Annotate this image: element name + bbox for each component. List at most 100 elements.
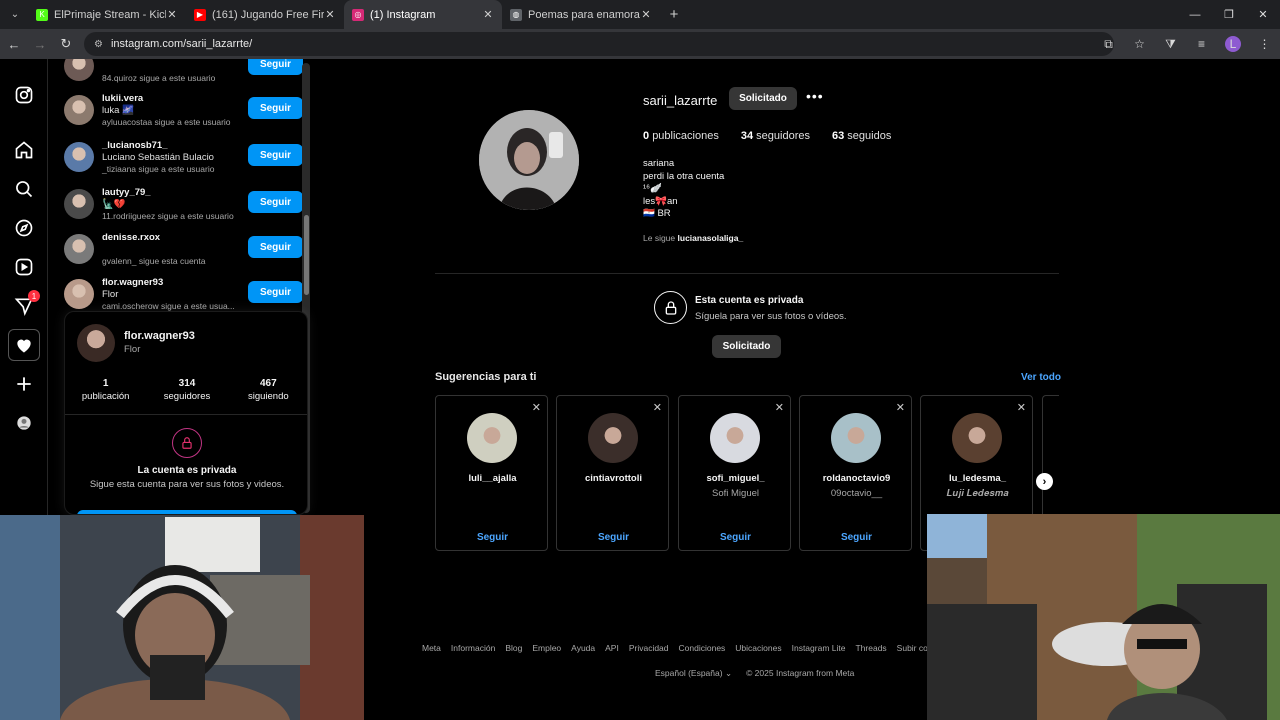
- minimize-icon[interactable]: —: [1178, 0, 1212, 29]
- avatar[interactable]: [64, 59, 94, 81]
- notification-username[interactable]: denisse.rxox: [102, 232, 160, 243]
- bookmark-star-icon[interactable]: ☆: [1124, 37, 1155, 51]
- tab-search-button[interactable]: ⌄: [2, 4, 28, 26]
- avatar[interactable]: [467, 413, 517, 463]
- follow-button[interactable]: Seguir: [248, 281, 303, 303]
- notification-username[interactable]: tiziana_???: [102, 59, 154, 60]
- search-icon[interactable]: [12, 177, 36, 201]
- back-icon[interactable]: ←: [2, 32, 26, 56]
- extensions-icon[interactable]: ⧩: [1155, 37, 1186, 52]
- notification-row[interactable]: lautyy_79_ 🗽💔 11.rodriigueez sigue a este …: [64, 185, 304, 229]
- close-window-icon[interactable]: ✕: [1246, 0, 1280, 29]
- footer-link[interactable]: Información: [451, 643, 495, 653]
- explore-compass-icon[interactable]: [12, 216, 36, 240]
- suggestion-username[interactable]: luli__ajalla: [436, 473, 549, 484]
- suggestion-username[interactable]: sofi_miguel_: [679, 473, 792, 484]
- footer-link[interactable]: Privacidad: [629, 643, 669, 653]
- dismiss-icon[interactable]: ✕: [653, 401, 662, 414]
- dismiss-icon[interactable]: ✕: [775, 401, 784, 414]
- home-icon[interactable]: [12, 138, 36, 162]
- suggestion-card[interactable]: ✕ roldanoctavio9 09octavio__ Seguir: [799, 395, 912, 551]
- hovercard-username[interactable]: flor.wagner93: [124, 330, 195, 342]
- follow-button[interactable]: Seguir: [248, 59, 303, 75]
- follow-button[interactable]: Seguir: [248, 236, 303, 258]
- suggestion-username[interactable]: cintiavrottoli: [557, 473, 670, 484]
- dismiss-icon[interactable]: ✕: [896, 401, 905, 414]
- more-options-icon[interactable]: •••: [806, 88, 824, 104]
- requested-button-center[interactable]: Solicitado: [712, 335, 781, 358]
- tab-close-icon[interactable]: ✕: [640, 8, 652, 21]
- footer-link[interactable]: Empleo: [532, 643, 561, 653]
- followers-stat[interactable]: 34 seguidores: [741, 130, 810, 142]
- suggestion-card[interactable]: ✕ cintiavrottoli Seguir: [556, 395, 669, 551]
- profile-avatar-icon[interactable]: [12, 411, 36, 435]
- footer-link[interactable]: Threads: [855, 643, 886, 653]
- notification-username[interactable]: lautyy_79_: [102, 187, 151, 198]
- language-select[interactable]: Español (España) ⌄: [655, 668, 732, 679]
- notification-username[interactable]: _lucianosb71_: [102, 140, 167, 151]
- footer-link[interactable]: Condiciones: [679, 643, 726, 653]
- profile-avatar[interactable]: L: [1225, 36, 1241, 52]
- new-tab-button[interactable]: +: [660, 6, 688, 23]
- notifications-heart-icon[interactable]: [8, 329, 40, 361]
- footer-link[interactable]: Meta: [422, 643, 441, 653]
- install-app-icon[interactable]: ⧉: [1093, 37, 1124, 52]
- follow-button[interactable]: Seguir: [800, 532, 913, 543]
- footer-link[interactable]: Ayuda: [571, 643, 595, 653]
- footer-link[interactable]: Blog: [505, 643, 522, 653]
- browser-tab[interactable]: ◍ Poemas para enamorar ✕: [502, 0, 660, 29]
- notification-row[interactable]: tiziana_??? 84.quiroz sigue a este usuari…: [64, 59, 304, 91]
- following-stat[interactable]: 63 seguidos: [832, 130, 891, 142]
- dismiss-icon[interactable]: ✕: [532, 401, 541, 414]
- hovercard-avatar[interactable]: [77, 324, 115, 362]
- follow-button[interactable]: Seguir: [248, 97, 303, 119]
- requested-button[interactable]: Solicitado: [729, 87, 797, 110]
- suggestion-card[interactable]: ✕ luli__ajalla Seguir: [435, 395, 548, 551]
- follow-button[interactable]: Seguir: [248, 144, 303, 166]
- follow-button[interactable]: Seguir: [436, 532, 549, 543]
- url-field[interactable]: ⚙ instagram.com/sarii_lazarrte/: [84, 32, 1114, 56]
- notification-row[interactable]: denisse.rxox gvalenn_ sigue esta cuenta Se…: [64, 230, 304, 274]
- see-all-link[interactable]: Ver todo: [1021, 372, 1061, 383]
- avatar[interactable]: [952, 413, 1002, 463]
- browser-tab[interactable]: K ElPrimaje Stream - Kick Dashbo✕: [28, 0, 186, 29]
- media-controls-icon[interactable]: ≡: [1186, 37, 1217, 51]
- avatar[interactable]: [64, 142, 94, 172]
- avatar[interactable]: [710, 413, 760, 463]
- avatar[interactable]: [64, 234, 94, 264]
- followed-by-user[interactable]: lucianasolaliga_: [678, 233, 744, 243]
- avatar[interactable]: [831, 413, 881, 463]
- instagram-logo-icon[interactable]: [12, 83, 36, 107]
- reels-icon[interactable]: [12, 255, 36, 279]
- suggestion-username[interactable]: lu_ledesma_: [921, 473, 1034, 484]
- follow-button[interactable]: Seguir: [679, 532, 792, 543]
- footer-link[interactable]: Instagram Lite: [792, 643, 846, 653]
- notification-row[interactable]: lukii.vera luka 🌌 ayluuacostaa sigue a est…: [64, 91, 304, 135]
- forward-icon[interactable]: →: [28, 32, 52, 56]
- follow-button[interactable]: Seguir: [557, 532, 670, 543]
- footer-link[interactable]: Ubicaciones: [735, 643, 781, 653]
- tab-close-icon[interactable]: ✕: [324, 8, 336, 21]
- footer-link[interactable]: API: [605, 643, 619, 653]
- avatar[interactable]: [64, 95, 94, 125]
- browser-tab[interactable]: ◎ (1) Instagram ✕: [344, 0, 502, 29]
- menu-kebab-icon[interactable]: ⋮: [1249, 37, 1280, 51]
- notification-username[interactable]: flor.wagner93: [102, 277, 163, 288]
- notifications-scroll-thumb[interactable]: [304, 215, 309, 295]
- chevron-right-icon[interactable]: ›: [1036, 473, 1053, 490]
- browser-tab[interactable]: ▶ (161) Jugando Free Fire - La Ña✕: [186, 0, 344, 29]
- avatar[interactable]: [64, 189, 94, 219]
- suggestion-card[interactable]: ✕ sofi_miguel_ Sofi Miguel Seguir: [678, 395, 791, 551]
- tab-close-icon[interactable]: ✕: [166, 8, 178, 21]
- messages-icon[interactable]: 1: [12, 290, 40, 318]
- notification-row[interactable]: _lucianosb71_ Luciano Sebastián Bulacio _t…: [64, 138, 304, 182]
- avatar[interactable]: [588, 413, 638, 463]
- create-plus-icon[interactable]: [12, 372, 36, 396]
- notification-username[interactable]: lukii.vera: [102, 93, 143, 104]
- suggestion-username[interactable]: roldanoctavio9: [800, 473, 913, 484]
- follow-button[interactable]: Seguir: [248, 191, 303, 213]
- dismiss-icon[interactable]: ✕: [1017, 401, 1026, 414]
- restore-icon[interactable]: ❐: [1212, 0, 1246, 29]
- profile-picture[interactable]: [479, 110, 579, 210]
- tab-close-icon[interactable]: ✕: [482, 8, 494, 21]
